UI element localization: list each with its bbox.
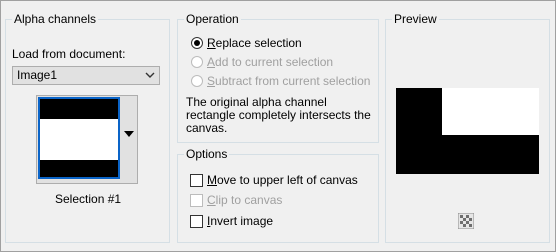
options-title: Options: [184, 147, 230, 162]
clip-mnemonic: C: [207, 193, 216, 207]
add-selection-label[interactable]: Add to current selection: [207, 55, 333, 70]
operation-title: Operation: [184, 12, 241, 27]
clip-to-canvas-checkbox[interactable]: [190, 194, 203, 207]
move-mnemonic: M: [207, 173, 217, 187]
document-select-value: Image1: [17, 68, 58, 82]
checker-pattern-icon[interactable]: [458, 213, 474, 229]
preview-white-region: [442, 88, 539, 135]
dropdown-arrow-icon[interactable]: [124, 131, 134, 137]
document-select[interactable]: Image1: [12, 66, 160, 85]
operation-message-line-3: canvas.: [186, 121, 228, 135]
invert-rest: nvert image: [210, 214, 274, 228]
subtract-selection-rest: ubtract from current selection: [215, 74, 371, 88]
subtract-selection-radio[interactable]: [191, 75, 203, 87]
add-selection-mnemonic: A: [207, 55, 216, 69]
selection-name-label: Selection #1: [55, 192, 122, 206]
invert-image-checkbox[interactable]: [190, 215, 203, 228]
replace-selection-rest: eplace selection: [215, 36, 302, 50]
move-rest: ove to upper left of canvas: [217, 173, 358, 187]
preview-image: [396, 88, 539, 174]
preview-title: Preview: [392, 12, 439, 27]
add-selection-rest: dd to current selection: [215, 55, 334, 69]
alpha-channels-title: Alpha channels: [12, 12, 99, 27]
thumbnail-black-top: [40, 99, 118, 119]
subtract-selection-mnemonic: S: [207, 74, 216, 88]
thumbnail-black-bottom: [40, 160, 118, 177]
subtract-selection-label[interactable]: Subtract from current selection: [207, 74, 370, 89]
replace-selection-mnemonic: R: [207, 36, 216, 50]
clip-rest: lip to canvas: [215, 193, 283, 207]
move-to-upper-left-checkbox[interactable]: [190, 174, 203, 187]
clip-to-canvas-label[interactable]: Clip to canvas: [207, 193, 282, 208]
chevron-down-icon: [145, 72, 155, 78]
add-selection-radio[interactable]: [191, 56, 203, 68]
invert-image-label[interactable]: Invert image: [207, 214, 273, 229]
selection-thumbnail[interactable]: [38, 97, 120, 179]
replace-selection-radio[interactable]: [191, 37, 203, 49]
load-from-document-label: Load from document:: [12, 47, 126, 61]
replace-selection-label[interactable]: Replace selection: [207, 36, 302, 51]
move-to-upper-left-label[interactable]: Move to upper left of canvas: [207, 173, 358, 188]
